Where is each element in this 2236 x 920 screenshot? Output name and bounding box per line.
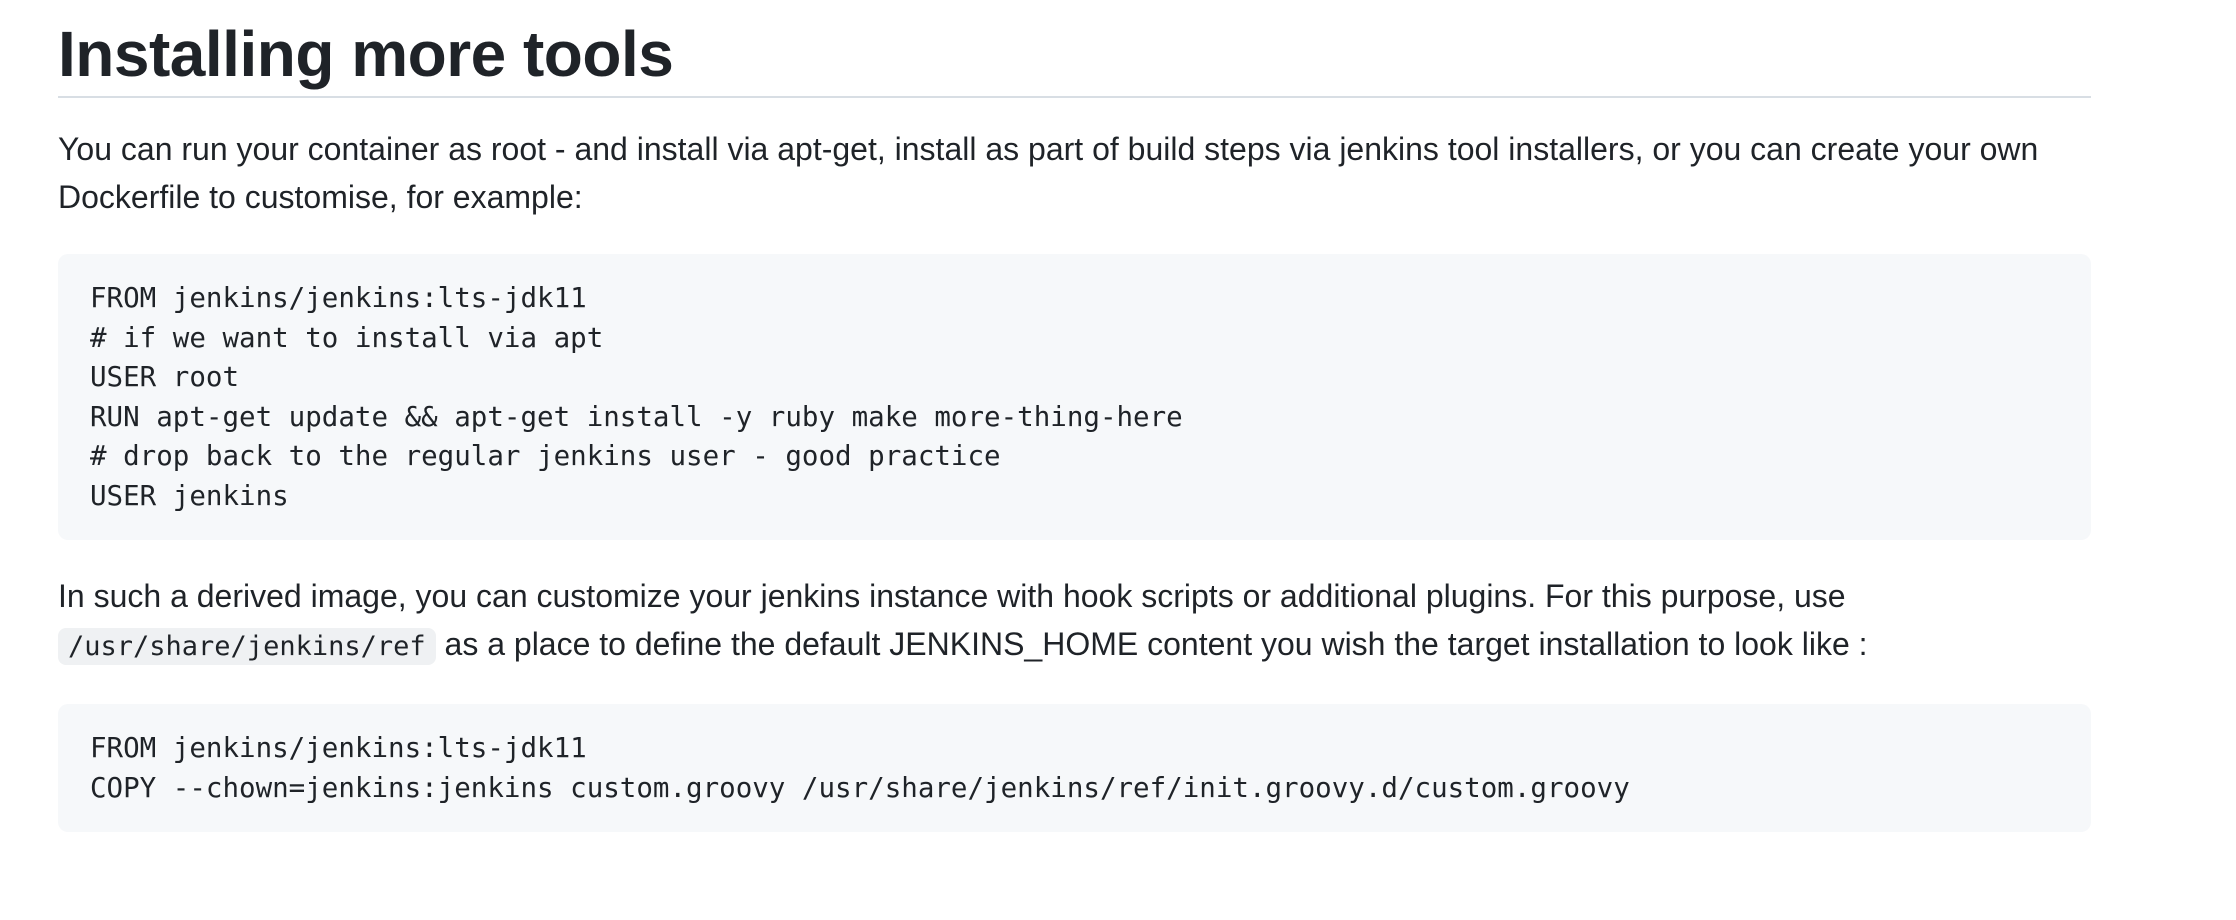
- dockerfile-code-block-apt[interactable]: FROM jenkins/jenkins:lts-jdk11 # if we wa…: [58, 254, 2091, 540]
- code-line: # if we want to install via apt: [90, 321, 604, 354]
- code-line: FROM jenkins/jenkins:lts-jdk11: [90, 732, 587, 764]
- code-line: FROM jenkins/jenkins:lts-jdk11: [90, 282, 587, 314]
- markdown-article: Installing more tools You can run your c…: [58, 0, 2091, 832]
- inline-code-ref-path: /usr/share/jenkins/ref: [58, 628, 436, 665]
- code-line: COPY --chown=jenkins:jenkins custom.groo…: [90, 771, 1630, 804]
- dockerfile-code-block-copy[interactable]: FROM jenkins/jenkins:lts-jdk11 COPY --cho…: [58, 704, 2091, 832]
- code-line: # drop back to the regular jenkins user …: [90, 440, 1001, 472]
- section-heading: Installing more tools: [58, 0, 2091, 98]
- intro-paragraph: You can run your container as root - and…: [58, 131, 2039, 215]
- paragraph-text: In such a derived image, you can customi…: [58, 578, 1846, 614]
- paragraph-text: as a place to define the default JENKINS…: [435, 626, 1868, 662]
- code-line: RUN apt-get update && apt-get install -y…: [90, 400, 1183, 433]
- code-line: USER root: [90, 361, 240, 393]
- code-line: USER jenkins: [90, 479, 289, 512]
- derived-image-paragraph: In such a derived image, you can customi…: [58, 572, 2091, 671]
